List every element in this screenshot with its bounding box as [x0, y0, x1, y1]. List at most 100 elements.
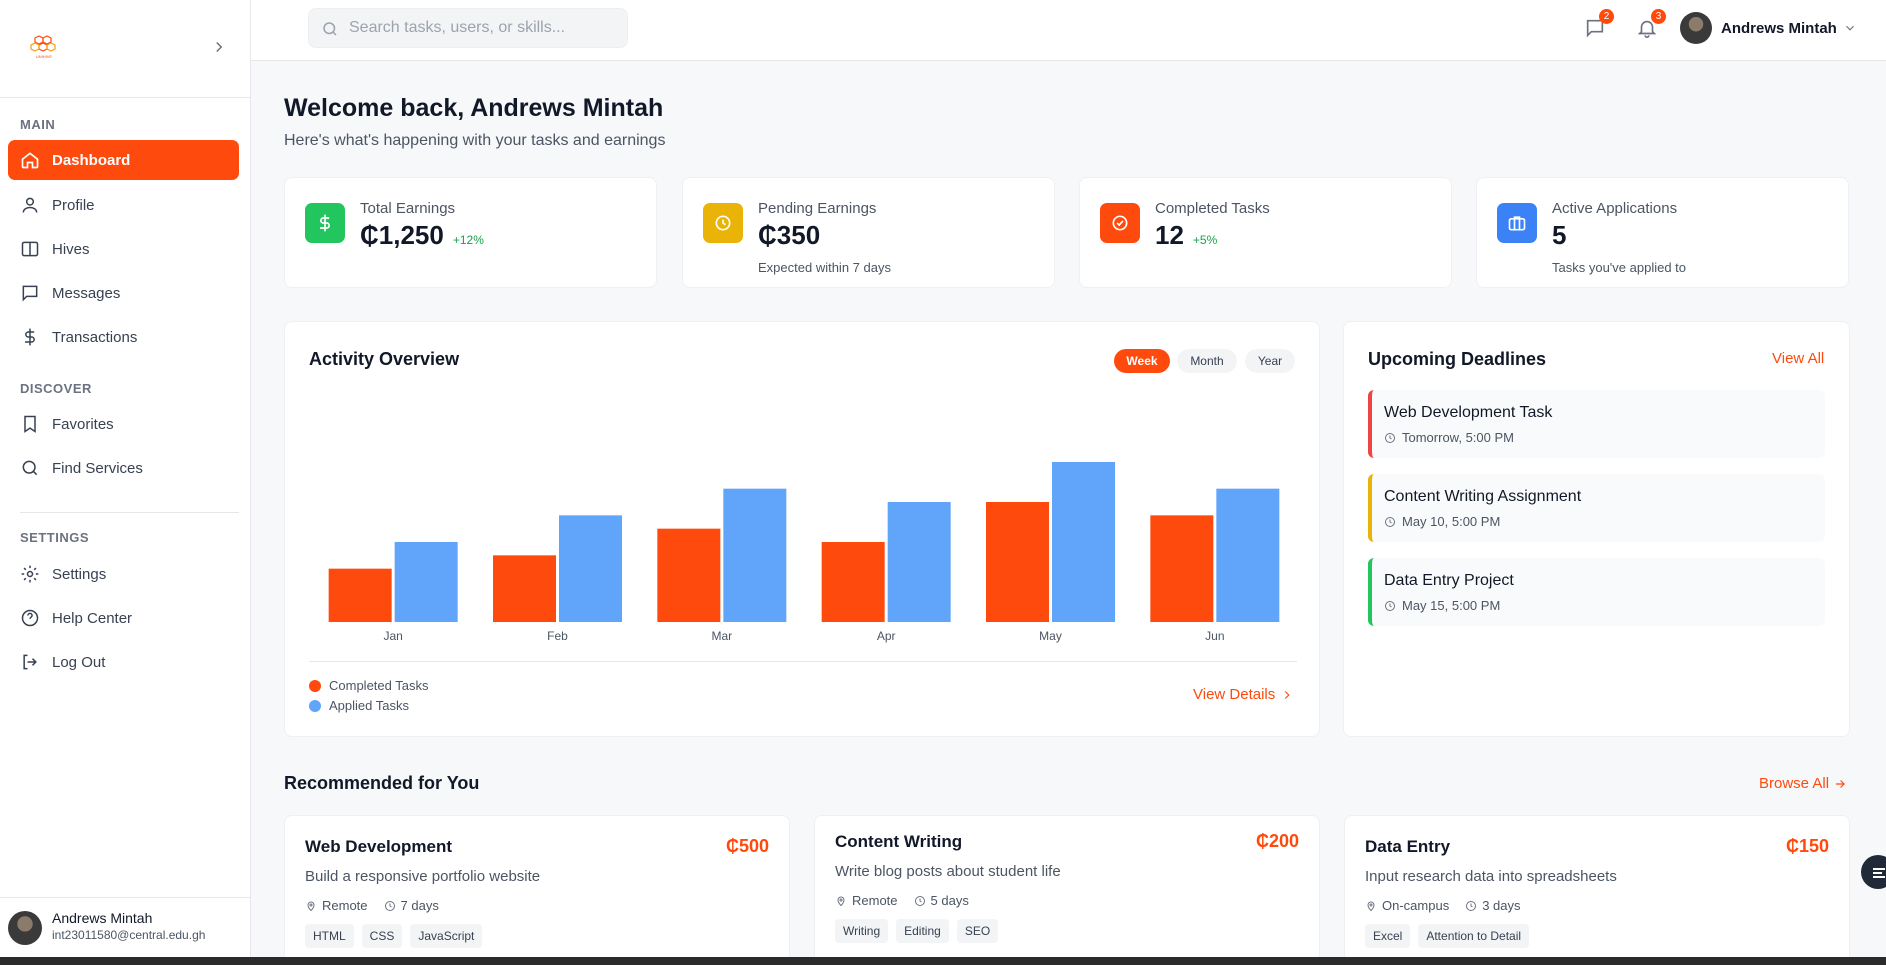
recommended-title: Recommended for You [284, 773, 480, 793]
completed-bar-jan[interactable] [328, 568, 392, 622]
briefcase-icon [1497, 203, 1537, 243]
x-tick-label: Feb [547, 629, 568, 643]
avatar [1680, 12, 1712, 44]
completed-bar-jun[interactable] [1150, 515, 1214, 622]
applied-bar-jun[interactable] [1216, 488, 1280, 622]
sidebar-item-profile[interactable]: Profile [8, 185, 239, 225]
sidebar-item-label: Log Out [52, 653, 106, 671]
completed-bar-may[interactable] [986, 502, 1049, 622]
chevron-right-icon[interactable] [210, 38, 228, 56]
sidebar-item-settings[interactable]: Settings [8, 554, 239, 594]
rec-title: Web Development [305, 837, 453, 856]
applied-bar-feb[interactable] [559, 515, 622, 622]
sidebar-item-label: Find Services [52, 459, 143, 477]
search-icon [20, 458, 40, 478]
section-label-main: MAIN [20, 117, 56, 132]
skill-tag: Attention to Detail [1418, 924, 1530, 948]
messages-button[interactable]: 2 [1584, 9, 1614, 39]
bookmark-icon [20, 414, 40, 434]
clock-icon [1385, 432, 1395, 443]
view-all-deadlines-link[interactable]: View All [1772, 350, 1824, 367]
sidebar-item-favorites[interactable]: Favorites [8, 404, 239, 444]
stat-card-completed-tasks: Completed Tasks 12 +5% [1079, 177, 1452, 288]
book-icon [20, 239, 40, 259]
rec-price: ₵150 [1785, 836, 1829, 856]
sidebar-item-label: Messages [52, 284, 121, 302]
deadline-item[interactable]: Content Writing Assignment May 10, 5:00 … [1368, 474, 1825, 542]
deadline-due: May 10, 5:00 PM [1384, 514, 1500, 529]
stat-value: ₵350 [758, 220, 821, 250]
sidebar-item-label: Hives [52, 240, 90, 258]
applied-bar-jan[interactable] [394, 542, 458, 622]
clock-icon [1385, 600, 1395, 611]
deadline-item[interactable]: Web Development Task Tomorrow, 5:00 PM [1368, 390, 1825, 458]
floating-menu-button[interactable] [1861, 855, 1886, 889]
legend-swatch [309, 699, 321, 712]
messages-badge: 2 [1599, 9, 1614, 24]
sidebar-item-transactions[interactable]: Transactions [8, 317, 239, 357]
deadline-item[interactable]: Data Entry Project May 15, 5:00 PM [1368, 558, 1825, 626]
skill-tag: JavaScript [410, 924, 483, 948]
chevron-right-icon [1285, 690, 1290, 699]
sidebar-item-help-center[interactable]: Help Center [8, 598, 239, 638]
upcoming-deadlines-card: Upcoming Deadlines View All Web Developm… [1343, 321, 1850, 737]
recommendation-card[interactable]: Content Writing ₵200 Write blog posts ab… [814, 815, 1320, 965]
user-menu[interactable]: Andrews Mintah [1680, 12, 1857, 44]
skill-tag: SEO [956, 919, 999, 943]
search-input[interactable] [349, 9, 619, 47]
browse-all-label: Browse All [1759, 775, 1830, 792]
completed-bar-feb[interactable] [493, 555, 556, 622]
rec-description: Write blog posts about student life [835, 863, 1061, 880]
stat-value-wrap: ₵1,250 +12% [360, 220, 484, 251]
sidebar-item-hives[interactable]: Hives [8, 229, 239, 269]
message-icon [20, 283, 40, 303]
unihive-logo[interactable]: UNIHIVE [30, 34, 58, 60]
stat-value-wrap: 5 [1552, 220, 1566, 251]
browse-all-link[interactable]: Browse All [1759, 775, 1847, 792]
menu-lines-icon [1873, 868, 1885, 878]
notifications-button[interactable]: 3 [1636, 9, 1666, 39]
map-pin-icon [1367, 901, 1375, 911]
completed-bar-mar[interactable] [657, 528, 721, 622]
stat-label: Pending Earnings [758, 200, 877, 217]
avatar [8, 911, 42, 945]
search-icon [323, 22, 337, 36]
rec-duration: 7 days [400, 898, 439, 913]
clock-icon [384, 900, 395, 911]
sidebar-item-find-services[interactable]: Find Services [8, 448, 239, 488]
rec-meta: Remote 5 days [835, 893, 969, 908]
arrow-right-icon [1835, 779, 1845, 788]
deadline-due-text: May 15, 5:00 PM [1402, 598, 1501, 613]
recommendation-card[interactable]: Web Development ₵500 Build a responsive … [284, 815, 790, 965]
deadline-due: Tomorrow, 5:00 PM [1384, 430, 1514, 445]
sidebar-item-label: Transactions [52, 328, 138, 346]
user-name: Andrews Mintah [1721, 19, 1837, 37]
applied-bar-may[interactable] [1052, 462, 1115, 622]
view-details-link[interactable]: View Details [1193, 686, 1294, 703]
legend-swatch [309, 679, 321, 692]
sidebar-item-log-out[interactable]: Log Out [8, 642, 239, 682]
home-icon [20, 150, 40, 170]
sidebar: UNIHIVE MAIN Dashboard Profile Hives Mes… [0, 0, 251, 957]
sidebar-item-messages[interactable]: Messages [8, 273, 239, 313]
applied-bar-mar[interactable] [723, 488, 787, 622]
sidebar-user[interactable]: Andrews Mintah int23011580@central.edu.g… [0, 897, 251, 957]
taskbar-strip [0, 957, 1886, 965]
recommendation-card[interactable]: Data Entry ₵150 Input research data into… [1344, 815, 1850, 965]
legend-label: Applied Tasks [329, 698, 409, 713]
stat-delta: +12% [452, 233, 484, 247]
stat-label: Total Earnings [360, 200, 456, 217]
map-pin-icon [307, 901, 315, 911]
applied-bar-apr[interactable] [887, 502, 951, 622]
logo-area: UNIHIVE [0, 0, 250, 98]
deadline-due: May 15, 5:00 PM [1384, 598, 1500, 613]
dollar-icon [20, 327, 40, 347]
search-box[interactable] [308, 8, 628, 48]
completed-bar-apr[interactable] [821, 542, 885, 622]
sidebar-item-dashboard[interactable]: Dashboard [8, 140, 239, 180]
stat-card-total-earnings: Total Earnings ₵1,250 +12% [284, 177, 657, 288]
chart-divider [309, 661, 1297, 662]
stat-delta: +5% [1192, 233, 1218, 247]
dollar-icon [305, 203, 345, 243]
x-tick-label: May [1039, 629, 1062, 643]
